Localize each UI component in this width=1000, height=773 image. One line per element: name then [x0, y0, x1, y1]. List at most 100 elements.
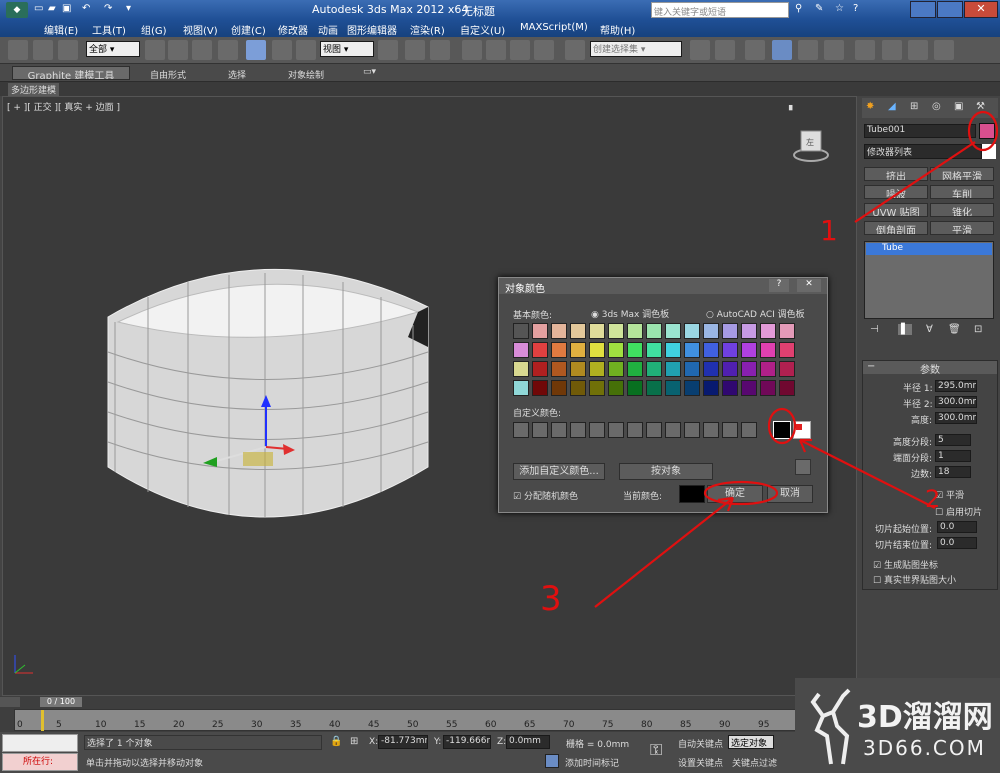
menu-help[interactable]: 帮助(H) — [600, 22, 635, 37]
param-cap-segs-field[interactable]: 1 — [935, 450, 971, 462]
param-height-segs-field[interactable]: 5 — [935, 434, 971, 446]
modifier-extrude-button[interactable]: 挤出 — [864, 167, 928, 181]
palette-swatch[interactable] — [684, 361, 700, 377]
render-setup-icon[interactable] — [882, 40, 902, 60]
palette-swatch[interactable] — [608, 380, 624, 396]
palette-swatch[interactable] — [589, 361, 605, 377]
x-coord-field[interactable]: -81.773mm — [378, 735, 428, 749]
palette-swatch[interactable] — [665, 342, 681, 358]
modifier-smooth-button[interactable]: 平滑 — [930, 221, 994, 235]
palette-swatch[interactable] — [779, 361, 795, 377]
palette-swatch[interactable] — [684, 342, 700, 358]
palette-swatch[interactable] — [760, 380, 776, 396]
palette-swatch[interactable] — [646, 380, 662, 396]
selection-lock-icon[interactable]: 🔒 — [330, 736, 342, 747]
palette-swatch[interactable] — [513, 342, 529, 358]
select-and-scale-icon[interactable] — [296, 40, 316, 60]
utilities-tab-icon[interactable]: ⚒ — [976, 101, 985, 112]
palette-swatch[interactable] — [570, 361, 586, 377]
set-key-button[interactable]: 设置关键点 — [678, 756, 723, 769]
palette-swatch[interactable] — [722, 380, 738, 396]
modifier-taper-button[interactable]: 锥化 — [930, 203, 994, 217]
modifier-meshsmooth-button[interactable]: 网格平滑 — [930, 167, 994, 181]
palette-swatch[interactable] — [741, 380, 757, 396]
palette-swatch[interactable] — [608, 342, 624, 358]
palette-swatch[interactable] — [646, 342, 662, 358]
palette-swatch[interactable] — [703, 323, 719, 339]
tab-freeform[interactable]: 自由形式 — [150, 68, 186, 81]
custom-color-white-swatch[interactable] — [793, 421, 811, 439]
app-logo-icon[interactable]: ◆ — [6, 2, 28, 18]
select-manipulate-icon[interactable] — [405, 40, 425, 60]
palette-swatch[interactable] — [684, 323, 700, 339]
param-sides-field[interactable]: 18 — [935, 466, 971, 478]
palette-swatch[interactable] — [513, 361, 529, 377]
pin-stack-icon[interactable]: ⊣ — [870, 324, 879, 335]
palette-swatch[interactable] — [551, 342, 567, 358]
menu-tools[interactable]: 工具(T) — [92, 22, 126, 37]
real-world-checkbox[interactable]: ☐ 真实世界贴图大小 — [873, 573, 956, 586]
parameters-rollout-header[interactable]: − 参数 — [863, 361, 997, 376]
rect-selection-icon[interactable] — [192, 40, 212, 60]
make-unique-icon[interactable]: ∀ — [926, 324, 933, 335]
ribbon-options-icon[interactable]: ▭▾ — [363, 67, 376, 77]
current-color-swatch[interactable] — [679, 485, 705, 503]
palette-swatch[interactable] — [779, 380, 795, 396]
tab-selection[interactable]: 选择 — [228, 68, 246, 81]
time-slider[interactable]: 0 / 100 — [40, 697, 82, 707]
angle-snap-icon[interactable] — [486, 40, 506, 60]
palette-swatch[interactable] — [741, 323, 757, 339]
maximize-button[interactable] — [937, 1, 963, 18]
palette-swatch[interactable] — [779, 323, 795, 339]
smooth-checkbox[interactable]: ☑ 平滑 — [935, 488, 964, 501]
redo-icon[interactable]: ↷ — [104, 3, 112, 14]
selected-objects-dropdown[interactable]: 选定对象 — [728, 735, 774, 749]
select-by-name-icon[interactable] — [168, 40, 188, 60]
palette-swatch[interactable] — [589, 323, 605, 339]
add-time-tag[interactable]: 添加时间标记 — [565, 756, 619, 769]
z-coord-field[interactable]: 0.0mm — [506, 735, 550, 749]
named-selection-dropdown[interactable]: 创建选择集 ▾ — [590, 41, 682, 57]
palette-swatch[interactable] — [513, 380, 529, 396]
tab-object-paint[interactable]: 对象绘制 — [288, 68, 324, 81]
menu-modifiers[interactable]: 修改器 — [278, 22, 308, 37]
material-editor-icon[interactable] — [855, 40, 875, 60]
modifier-bevel-profile-button[interactable]: 倒角剖面 — [864, 221, 928, 235]
modifier-list-arrow-icon[interactable] — [982, 144, 996, 159]
param-radius2-field[interactable]: 300.0mm — [935, 396, 977, 408]
menu-rendering[interactable]: 渲染(R) — [410, 22, 445, 37]
palette-swatch[interactable] — [532, 380, 548, 396]
tab-polygon-modeling[interactable]: 多边形建模 — [8, 83, 60, 96]
slice-from-field[interactable]: 0.0 — [937, 521, 977, 533]
tab-graphite-modeling[interactable]: Graphite 建模工具 — [12, 66, 130, 80]
hierarchy-tab-icon[interactable]: ⊞ — [910, 101, 918, 112]
open-icon[interactable]: ▰ — [48, 3, 56, 14]
add-custom-color-button[interactable]: 添加自定义颜色... — [513, 463, 605, 480]
palette-swatch[interactable] — [589, 342, 605, 358]
palette-swatch[interactable] — [722, 342, 738, 358]
custom-color-swatch[interactable] — [684, 422, 700, 438]
menu-graph-editors[interactable]: 图形编辑器 — [347, 22, 397, 37]
palette-swatch[interactable] — [779, 342, 795, 358]
align-icon[interactable] — [715, 40, 735, 60]
select-and-move-icon[interactable] — [246, 40, 266, 60]
undo-icon[interactable]: ↶ — [82, 3, 90, 14]
palette-swatch[interactable] — [741, 361, 757, 377]
palette-swatch[interactable] — [532, 323, 548, 339]
absolute-mode-icon[interactable]: ⊞ — [350, 736, 358, 747]
palette-swatch[interactable] — [570, 342, 586, 358]
palette-swatch[interactable] — [589, 380, 605, 396]
help-icon[interactable]: ? — [853, 3, 858, 14]
palette-swatch[interactable] — [627, 361, 643, 377]
palette-swatch[interactable] — [608, 323, 624, 339]
palette-swatch[interactable] — [703, 380, 719, 396]
rollout-collapse-icon[interactable]: − — [867, 361, 875, 372]
cancel-button[interactable]: 取消 — [767, 485, 813, 503]
bind-space-warp-icon[interactable] — [58, 40, 78, 60]
palette-swatch[interactable] — [665, 361, 681, 377]
palette-autocad-radio[interactable]: ○ AutoCAD ACI 调色板 — [706, 307, 805, 320]
custom-color-swatch[interactable] — [722, 422, 738, 438]
edit-named-selection-icon[interactable] — [565, 40, 585, 60]
select-object-icon[interactable] — [145, 40, 165, 60]
remove-modifier-icon[interactable]: 🗑 — [948, 324, 961, 335]
